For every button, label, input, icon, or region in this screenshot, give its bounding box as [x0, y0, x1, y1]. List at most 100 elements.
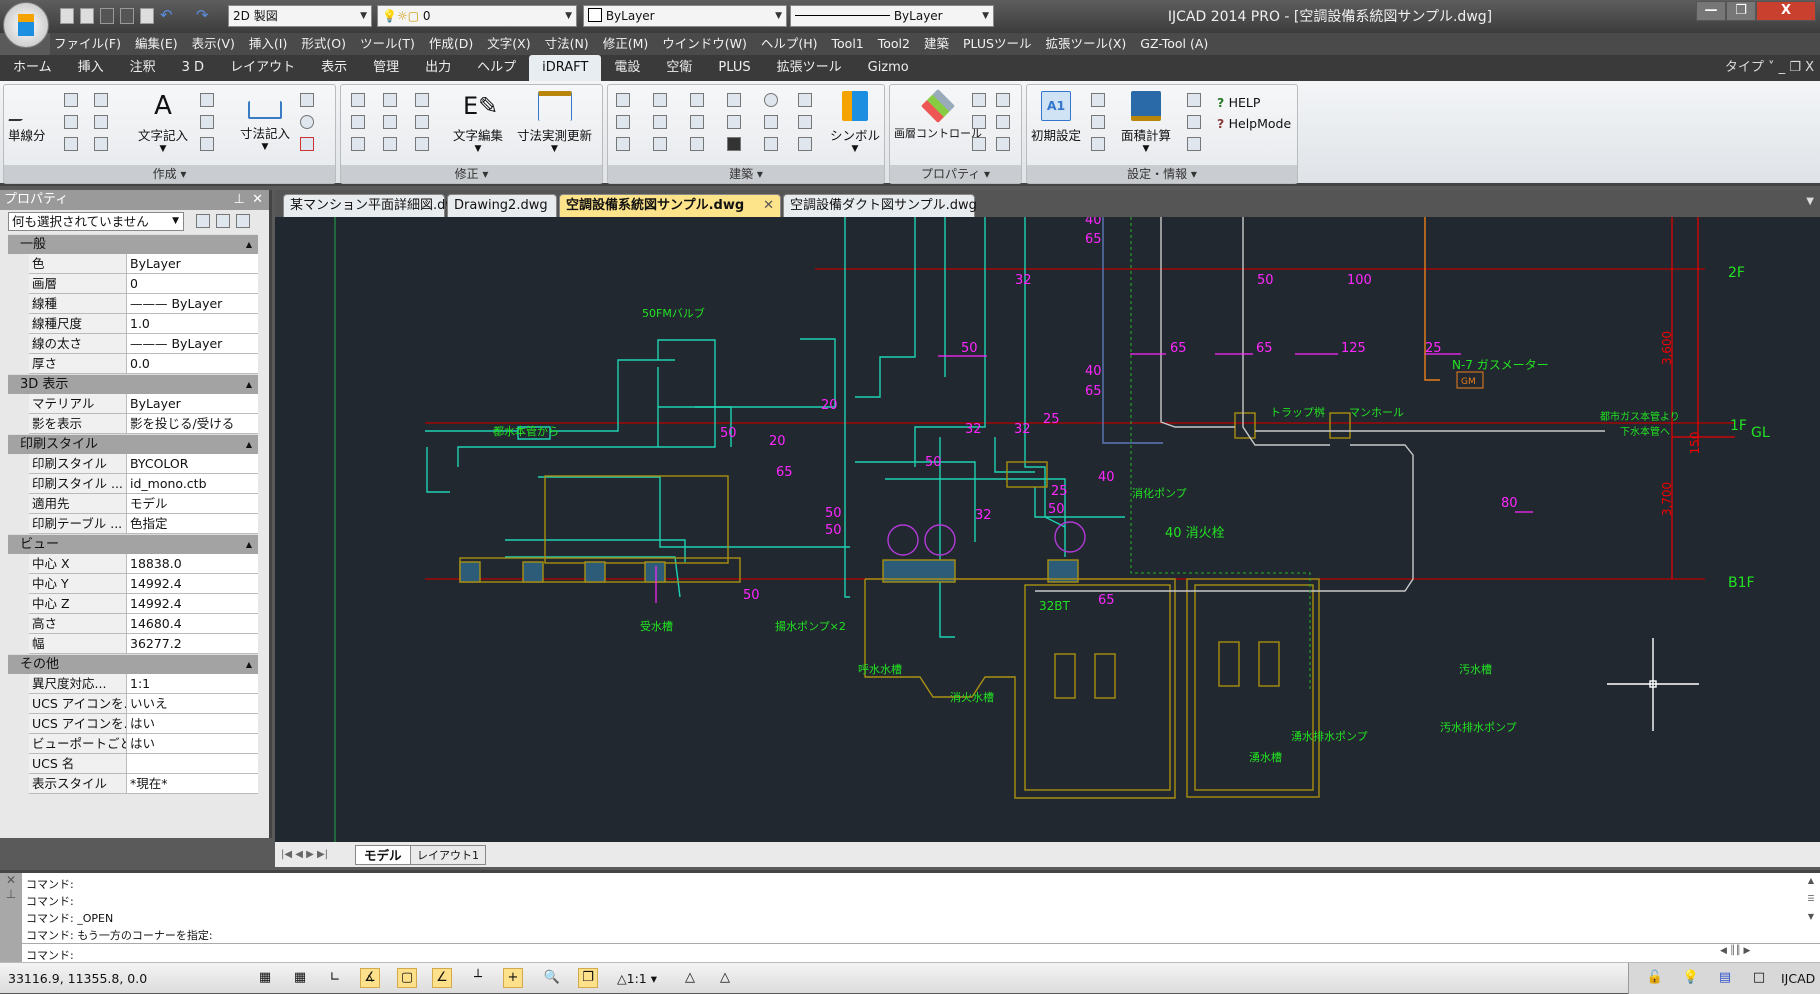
property-row[interactable]: ビューポートごと...はい [29, 734, 258, 754]
property-value[interactable]: いいえ [127, 694, 258, 713]
property-row[interactable]: 異尺度対応... 1:1 [29, 674, 258, 694]
color-select[interactable]: ByLayer ▼ [583, 5, 787, 27]
doc-tab[interactable]: Drawing2.dwg [447, 194, 557, 217]
rotate-icon[interactable] [383, 137, 397, 151]
selection-dropdown[interactable]: 何も選択されていません ▼ [8, 212, 184, 231]
property-section-header[interactable]: 3D 表示 [8, 374, 258, 395]
angle-icon[interactable] [1091, 115, 1105, 129]
extend-icon[interactable] [351, 115, 365, 129]
menu-format[interactable]: 形式(O) [301, 33, 346, 55]
property-value[interactable]: 36277.2 [127, 634, 258, 653]
layer-select[interactable]: 💡☼▢ 0 ▼ [377, 5, 577, 27]
print-icon[interactable] [140, 8, 154, 24]
property-row[interactable]: 印刷テーブル ... 色指定 [29, 514, 258, 534]
cal-icon[interactable] [1187, 115, 1201, 129]
doc-tab[interactable]: 某マンション平面詳細図.dwg [283, 194, 464, 217]
save-icon[interactable] [100, 8, 114, 24]
property-value[interactable]: ——— ByLayer [127, 334, 258, 353]
menu-tool2[interactable]: Tool2 [878, 33, 910, 55]
wall-icon[interactable] [798, 93, 812, 107]
menu-extension-tools[interactable]: 拡張ツール(X) [1045, 33, 1126, 55]
redo-icon[interactable]: ↷ [196, 6, 209, 24]
menu-text[interactable]: 文字(X) [487, 33, 530, 55]
alc-icon[interactable] [616, 137, 630, 151]
text-frame-icon[interactable] [200, 137, 214, 151]
property-row[interactable]: 高さ 14680.4 [29, 614, 258, 634]
scale-icon[interactable] [1091, 93, 1105, 107]
flag-icon[interactable] [690, 93, 704, 107]
property-value[interactable]: 18838.0 [127, 554, 258, 573]
property-row[interactable]: 適用先 モデル [29, 494, 258, 514]
close-command-icon[interactable]: ✕ [0, 873, 22, 887]
open-file-icon[interactable] [80, 8, 94, 24]
command-hscrollbar[interactable]: ◀ ║║ ▶ [1720, 946, 1780, 960]
menu-view[interactable]: 表示(V) [192, 33, 235, 55]
tab-insert[interactable]: 挿入 [65, 55, 117, 81]
property-section-header[interactable]: その他 [8, 654, 258, 675]
property-value[interactable]: ByLayer [127, 394, 258, 413]
property-row[interactable]: UCS アイコンを... いいえ [29, 694, 258, 714]
coordinate-icon[interactable] [1091, 137, 1105, 151]
tab-3d[interactable]: 3 D [169, 55, 217, 81]
tab-manage[interactable]: 管理 [360, 55, 412, 81]
property-value[interactable]: はい [127, 734, 258, 753]
layer-on-icon[interactable] [972, 93, 986, 107]
property-value[interactable]: ——— ByLayer [127, 294, 258, 313]
flag2-icon[interactable] [690, 115, 704, 129]
measure-icon[interactable] [1187, 93, 1201, 107]
lock-icon[interactable]: 🔓 [1645, 968, 1665, 988]
property-value[interactable]: 0.0 [127, 354, 258, 373]
close-button[interactable]: X [1756, 1, 1816, 21]
polar-toggle-icon[interactable]: ∡ [360, 968, 380, 988]
property-value[interactable]: 14680.4 [127, 614, 258, 633]
ortho-toggle-icon[interactable]: ∟ [325, 968, 345, 988]
menu-modify[interactable]: 修正(M) [603, 33, 649, 55]
snap-toggle-icon[interactable]: ▦ [255, 968, 275, 988]
property-row[interactable]: マテリアル ByLayer [29, 394, 258, 414]
annotation-scale[interactable]: △1:1 ▾ [617, 971, 657, 986]
dim-update-button[interactable]: 寸法実測更新 ▼ [517, 91, 592, 154]
property-row[interactable]: 中心 Z 14992.4 [29, 594, 258, 614]
property-row[interactable]: 画層 0 [29, 274, 258, 294]
dynamic-input-toggle-icon[interactable]: + [503, 968, 523, 988]
property-value[interactable]: 色指定 [127, 514, 258, 533]
area-calc-button[interactable]: 面積計算 ▼ [1121, 91, 1171, 154]
annotation-visibility-icon[interactable]: △ [680, 968, 700, 988]
property-value[interactable]: 0 [127, 274, 258, 293]
command-input[interactable]: コマンド: [26, 947, 74, 963]
workspace-select[interactable]: 2D 製図 ▼ [228, 5, 372, 27]
quick-select-icon[interactable] [236, 214, 250, 228]
tab-idraft[interactable]: iDRAFT [529, 55, 602, 81]
steel-icon[interactable] [727, 137, 741, 151]
tab-layout1[interactable]: レイアウト1 [410, 845, 486, 865]
toggle-pickadd-icon[interactable] [196, 214, 210, 228]
property-row[interactable]: UCS アイコンを... はい [29, 714, 258, 734]
cad-drawing[interactable]: 2F 1F GL B1F 50FMバルブ 都水本管から 受水槽 揚水ポンプ×2 … [275, 213, 1820, 842]
tab-plumbing[interactable]: 空衛 [653, 55, 705, 81]
flag3-icon[interactable] [690, 137, 704, 151]
application-menu-button[interactable] [3, 2, 49, 48]
mirror-icon[interactable] [351, 137, 365, 151]
stretch-icon[interactable] [383, 115, 397, 129]
menu-help[interactable]: ヘルプ(H) [761, 33, 818, 55]
menu-window[interactable]: ウインドウ(W) [662, 33, 747, 55]
property-section-header[interactable]: ビュー [8, 534, 258, 555]
initial-settings-button[interactable]: A1 初期設定 [1031, 91, 1081, 144]
property-row[interactable]: 線種 ——— ByLayer [29, 294, 258, 314]
frame-icon[interactable] [798, 115, 812, 129]
menu-tools[interactable]: ツール(T) [360, 33, 415, 55]
text-edit-button[interactable]: E✎ 文字編集 ▼ [453, 91, 503, 154]
property-row[interactable]: 表示スタイル *現在* [29, 774, 258, 794]
menu-plus-tools[interactable]: PLUSツール [963, 33, 1031, 55]
dimension-button[interactable]: 寸法記入 ▼ [240, 91, 290, 152]
menu-architecture[interactable]: 建築 [924, 33, 949, 55]
hatch-icon[interactable] [94, 137, 108, 151]
array-icon[interactable] [383, 93, 397, 107]
tab-electrical[interactable]: 電設 [601, 55, 653, 81]
tab-plus[interactable]: PLUS [705, 55, 763, 81]
undo-icon[interactable]: ↶ [160, 6, 173, 24]
property-value[interactable]: モデル [127, 494, 258, 513]
tab-model[interactable]: モデル [355, 845, 411, 865]
tab-layout[interactable]: レイアウト [217, 55, 308, 81]
doc-tab-active[interactable]: 空調設備系統図サンプル.dwg ✕ [559, 194, 781, 217]
